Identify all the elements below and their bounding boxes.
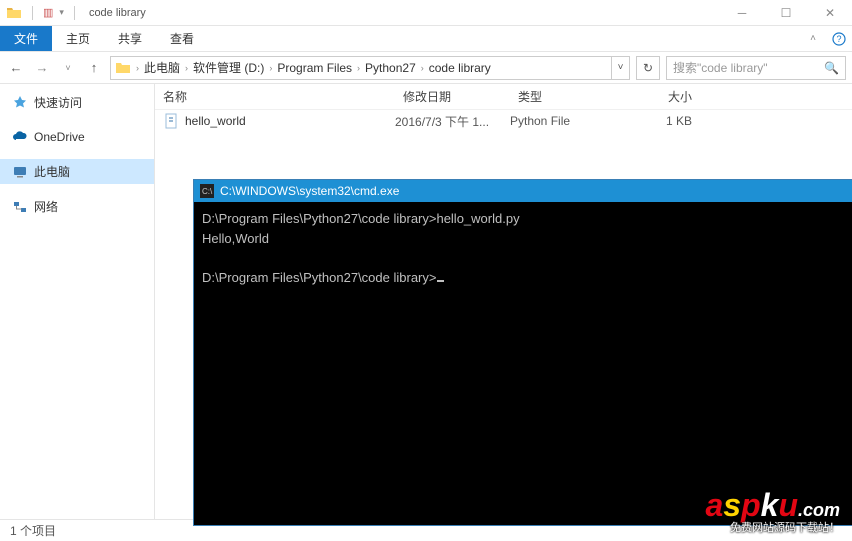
nav-up-button[interactable]: ↑ bbox=[84, 58, 104, 78]
cmd-window[interactable]: C:\ C:\WINDOWS\system32\cmd.exe D:\Progr… bbox=[194, 180, 852, 525]
address-bar-row: ← → ˅ ↑ › 此电脑 › 软件管理 (D:) › Program File… bbox=[0, 52, 852, 84]
watermark-logo: aspku.com bbox=[706, 489, 841, 521]
file-row[interactable]: hello_world 2016/7/3 下午 1... Python File… bbox=[155, 110, 852, 132]
breadcrumb-folder[interactable]: Program Files bbox=[273, 61, 356, 75]
sidebar-item-label: 此电脑 bbox=[34, 163, 70, 180]
watermark: aspku.com 免费网站源码下载站！ bbox=[706, 489, 841, 535]
breadcrumb-folder[interactable]: Python27 bbox=[361, 61, 420, 75]
tab-view[interactable]: 查看 bbox=[156, 26, 208, 51]
svg-text:?: ? bbox=[836, 34, 841, 44]
folder-icon bbox=[6, 5, 22, 21]
column-header-type[interactable]: 类型 bbox=[510, 84, 620, 109]
navigation-sidebar: 快速访问 OneDrive 此电脑 网络 bbox=[0, 84, 155, 519]
search-icon: 🔍 bbox=[824, 61, 839, 75]
sidebar-item-quick-access[interactable]: 快速访问 bbox=[0, 90, 154, 115]
tab-file[interactable]: 文件 bbox=[0, 26, 52, 51]
refresh-button[interactable]: ↻ bbox=[636, 56, 660, 80]
cloud-icon bbox=[12, 129, 28, 145]
window-title: code library bbox=[85, 7, 146, 19]
status-item-count: 1 个项目 bbox=[10, 522, 56, 539]
column-header-name[interactable]: 名称 bbox=[155, 84, 395, 109]
cursor-icon bbox=[437, 280, 444, 282]
close-button[interactable]: ✕ bbox=[808, 0, 852, 26]
nav-recent-button[interactable]: ˅ bbox=[58, 58, 78, 78]
title-bar: ▥ ▾ code library ─ ☐ ✕ bbox=[0, 0, 852, 26]
help-button[interactable]: ? bbox=[826, 26, 852, 51]
sidebar-item-label: OneDrive bbox=[34, 130, 85, 144]
qat-props-icon[interactable]: ▥ bbox=[43, 6, 53, 19]
qat-new-icon[interactable]: ▾ bbox=[59, 7, 64, 18]
pc-icon bbox=[12, 164, 28, 180]
search-input[interactable]: 搜索"code library" 🔍 bbox=[666, 56, 846, 80]
minimize-button[interactable]: ─ bbox=[720, 0, 764, 26]
ribbon-tabs: 文件 主页 共享 查看 ˄ ? bbox=[0, 26, 852, 52]
star-icon bbox=[12, 95, 28, 111]
breadcrumb-folder[interactable]: code library bbox=[425, 61, 495, 75]
sidebar-item-label: 网络 bbox=[34, 198, 58, 215]
column-header-size[interactable]: 大小 bbox=[620, 84, 700, 109]
column-headers: 名称 修改日期 类型 大小 bbox=[155, 84, 852, 110]
address-dropdown-button[interactable]: ˅ bbox=[611, 57, 629, 79]
sidebar-item-network[interactable]: 网络 bbox=[0, 194, 154, 219]
search-placeholder: 搜索"code library" bbox=[673, 59, 768, 76]
sidebar-item-this-pc[interactable]: 此电脑 bbox=[0, 159, 154, 184]
cmd-icon: C:\ bbox=[200, 184, 214, 198]
maximize-button[interactable]: ☐ bbox=[764, 0, 808, 26]
folder-icon bbox=[111, 60, 135, 76]
tab-home[interactable]: 主页 bbox=[52, 26, 104, 51]
file-size: 1 KB bbox=[620, 114, 700, 128]
file-date: 2016/7/3 下午 1... bbox=[395, 113, 510, 130]
file-name: hello_world bbox=[185, 114, 246, 128]
tab-share[interactable]: 共享 bbox=[104, 26, 156, 51]
ribbon-collapse-button[interactable]: ˄ bbox=[800, 26, 826, 51]
column-header-date[interactable]: 修改日期 bbox=[395, 84, 510, 109]
sidebar-item-label: 快速访问 bbox=[34, 94, 82, 111]
qat-divider bbox=[32, 6, 33, 20]
nav-back-button[interactable]: ← bbox=[6, 58, 26, 78]
breadcrumb-drive[interactable]: 软件管理 (D:) bbox=[189, 59, 268, 76]
cmd-title: C:\WINDOWS\system32\cmd.exe bbox=[220, 184, 399, 198]
sidebar-item-onedrive[interactable]: OneDrive bbox=[0, 125, 154, 149]
python-file-icon bbox=[163, 113, 179, 129]
network-icon bbox=[12, 199, 28, 215]
cmd-title-bar[interactable]: C:\ C:\WINDOWS\system32\cmd.exe bbox=[194, 180, 852, 202]
breadcrumb-root[interactable]: 此电脑 bbox=[140, 59, 184, 76]
address-bar[interactable]: › 此电脑 › 软件管理 (D:) › Program Files › Pyth… bbox=[110, 56, 630, 80]
cmd-output: D:\Program Files\Python27\code library>h… bbox=[194, 202, 852, 296]
svg-text:C:\: C:\ bbox=[202, 187, 213, 196]
file-type: Python File bbox=[510, 114, 620, 128]
nav-forward-button[interactable]: → bbox=[32, 58, 52, 78]
